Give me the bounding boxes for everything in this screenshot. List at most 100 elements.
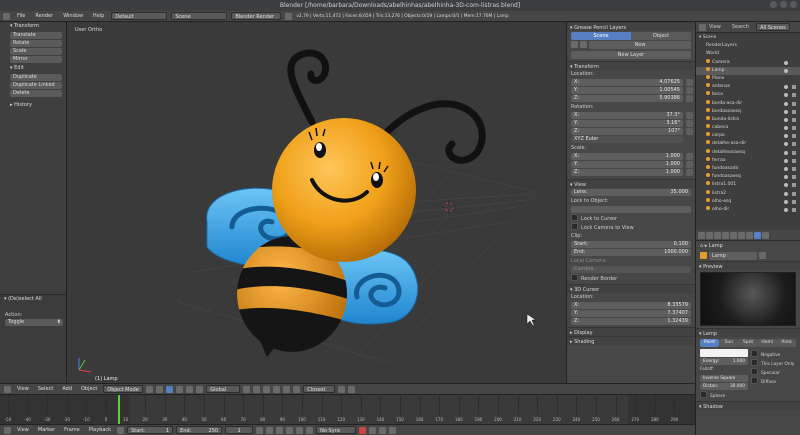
eye-icon[interactable] — [784, 199, 788, 204]
jump-end-icon[interactable] — [306, 426, 314, 434]
transform-panel-header[interactable]: ▾ Transform — [6, 22, 66, 31]
eye-icon[interactable] — [784, 207, 788, 212]
render-icon[interactable] — [792, 183, 796, 188]
cursor-z-field[interactable]: Z: 1.32439 — [571, 318, 691, 325]
render-icon[interactable] — [792, 117, 796, 122]
cursor-y-field[interactable]: Y: 7.37407 — [571, 310, 691, 317]
current-frame-indicator[interactable] — [118, 395, 120, 424]
grease-pencil-layers-header[interactable]: ▾ Grease Pencil Layers — [567, 22, 695, 31]
action-select[interactable]: Toggle ⬍ — [5, 319, 63, 326]
mirror-button[interactable]: Mirror — [10, 56, 62, 63]
render-layers-tab-icon[interactable] — [714, 231, 721, 239]
lock-to-cursor-checkbox[interactable]: Lock to Cursor — [571, 214, 691, 222]
list-item[interactable]: Plane — [696, 74, 800, 83]
location-y-field[interactable]: Y: 1.00545 — [571, 87, 693, 94]
menu-view[interactable]: View — [14, 386, 32, 392]
list-item[interactable]: borda-asa-dir — [696, 99, 800, 108]
outliner-view-menu[interactable]: View — [709, 24, 721, 30]
gp-new-button[interactable]: New — [589, 41, 691, 49]
view-section-header[interactable]: ▾ View — [567, 179, 695, 188]
render-icon[interactable] — [792, 126, 796, 131]
lamp-section-header[interactable]: ▾ Lamp — [696, 328, 800, 337]
list-item[interactable]: antenas — [696, 83, 800, 91]
constraints-tab-icon[interactable] — [746, 231, 753, 239]
translate-manipulator-icon[interactable] — [176, 385, 184, 393]
negative-checkbox[interactable]: Negative — [751, 350, 796, 358]
delete-button[interactable]: Delete — [10, 90, 62, 97]
display-section-header[interactable]: ▸ Display — [567, 327, 695, 336]
render-icon[interactable] — [792, 101, 796, 106]
rotation-x-field[interactable]: X: 37.3° — [571, 112, 693, 119]
lock-icon[interactable] — [686, 128, 693, 135]
menu-file[interactable]: File — [14, 13, 28, 19]
menu-select[interactable]: Select — [35, 386, 56, 392]
rotate-manipulator-icon[interactable] — [186, 385, 194, 393]
opengl-render-icon[interactable] — [348, 385, 356, 393]
render-border-checkbox[interactable]: Render Border — [571, 274, 691, 282]
location-x-field[interactable]: X: 4.07625 — [571, 79, 693, 86]
energy-field[interactable]: Energy: 1.000 — [700, 358, 748, 365]
falloff-select[interactable]: Inverse Square — [700, 375, 748, 382]
render-icon[interactable] — [792, 93, 796, 98]
render-icon[interactable] — [792, 207, 796, 212]
scale-button[interactable]: Scale — [10, 48, 62, 55]
lock-object-field[interactable] — [571, 206, 691, 213]
render-icon[interactable] — [792, 85, 796, 90]
render-icon[interactable] — [792, 134, 796, 139]
list-item[interactable]: Camera — [696, 58, 800, 67]
scale-y-field[interactable]: Y: 1.000 — [571, 161, 693, 168]
lock-camera-icon[interactable] — [283, 385, 291, 393]
insert-keyframe-icon[interactable] — [379, 426, 387, 434]
render-icon[interactable] — [792, 158, 796, 163]
distance-field[interactable]: Distan: 30.000 — [700, 383, 748, 390]
eye-icon[interactable] — [784, 167, 788, 171]
timeline[interactable]: -50 -40 -30 -20 -10 0 10 20 30 40 50 60 70 80 90 100 110… — [0, 394, 695, 424]
3d-cursor-section-header[interactable]: ▾ 3D Cursor — [567, 284, 695, 293]
eye-icon[interactable] — [784, 134, 788, 139]
editor-type-icon[interactable] — [4, 426, 11, 434]
editor-type-icon[interactable] — [699, 23, 706, 31]
world-tab-icon[interactable] — [730, 231, 737, 239]
this-layer-only-checkbox[interactable]: This Layer Only — [751, 359, 796, 367]
transform-section-header[interactable]: ▾ Transform — [567, 61, 695, 70]
orientation-select[interactable]: Global — [206, 385, 241, 393]
clip-start-field[interactable]: Start: 0.100 — [571, 241, 691, 248]
list-item[interactable]: boca — [696, 91, 800, 99]
lamp-type-point[interactable]: Point — [700, 339, 720, 347]
list-item[interactable]: detalhe-asa-dir — [696, 140, 800, 148]
layer-grid-icon[interactable] — [263, 385, 271, 393]
eye-icon[interactable] — [784, 175, 788, 180]
preview-section-header[interactable]: ▾ Preview — [696, 261, 800, 270]
current-frame-field[interactable]: 1 — [225, 426, 254, 434]
lock-icon[interactable] — [686, 169, 693, 176]
eye-icon[interactable] — [784, 126, 788, 131]
eye-icon[interactable] — [784, 68, 788, 73]
eye-icon[interactable] — [784, 93, 788, 98]
lock-icon[interactable] — [686, 120, 693, 127]
operator-title[interactable]: ▾ (De)select All — [0, 295, 66, 304]
lock-camera-checkbox[interactable]: Lock Camera to View — [571, 223, 691, 231]
list-item[interactable]: ferrao — [696, 156, 800, 165]
lamp-color-swatch[interactable] — [700, 349, 748, 357]
render-preview-icon[interactable] — [338, 385, 346, 393]
minimize-button[interactable] — [770, 1, 777, 8]
menu-add[interactable]: Add — [59, 386, 75, 392]
scale-manipulator-icon[interactable] — [196, 385, 204, 393]
menu-marker[interactable]: Marker — [35, 427, 58, 433]
rotation-z-field[interactable]: Z: 107° — [571, 128, 693, 135]
layer-grid-icon[interactable] — [253, 385, 261, 393]
render-icon[interactable] — [792, 150, 796, 155]
duplicate-button[interactable]: Duplicate — [10, 74, 62, 81]
scene-tab-icon[interactable] — [722, 231, 729, 239]
menu-window[interactable]: Window — [60, 13, 86, 19]
menu-playback[interactable]: Playback — [86, 427, 114, 433]
lamp-type-hemi[interactable]: Hemi — [757, 339, 777, 347]
eye-icon[interactable] — [784, 158, 788, 163]
eye-icon[interactable] — [784, 183, 788, 188]
editor-type-icon[interactable] — [698, 231, 705, 239]
menu-help[interactable]: Help — [90, 13, 107, 19]
start-frame-field[interactable]: Start: 1 — [127, 426, 174, 434]
menu-frame[interactable]: Frame — [61, 427, 83, 433]
list-item[interactable]: bunda-listra — [696, 115, 800, 124]
shading-icon[interactable] — [146, 385, 154, 393]
